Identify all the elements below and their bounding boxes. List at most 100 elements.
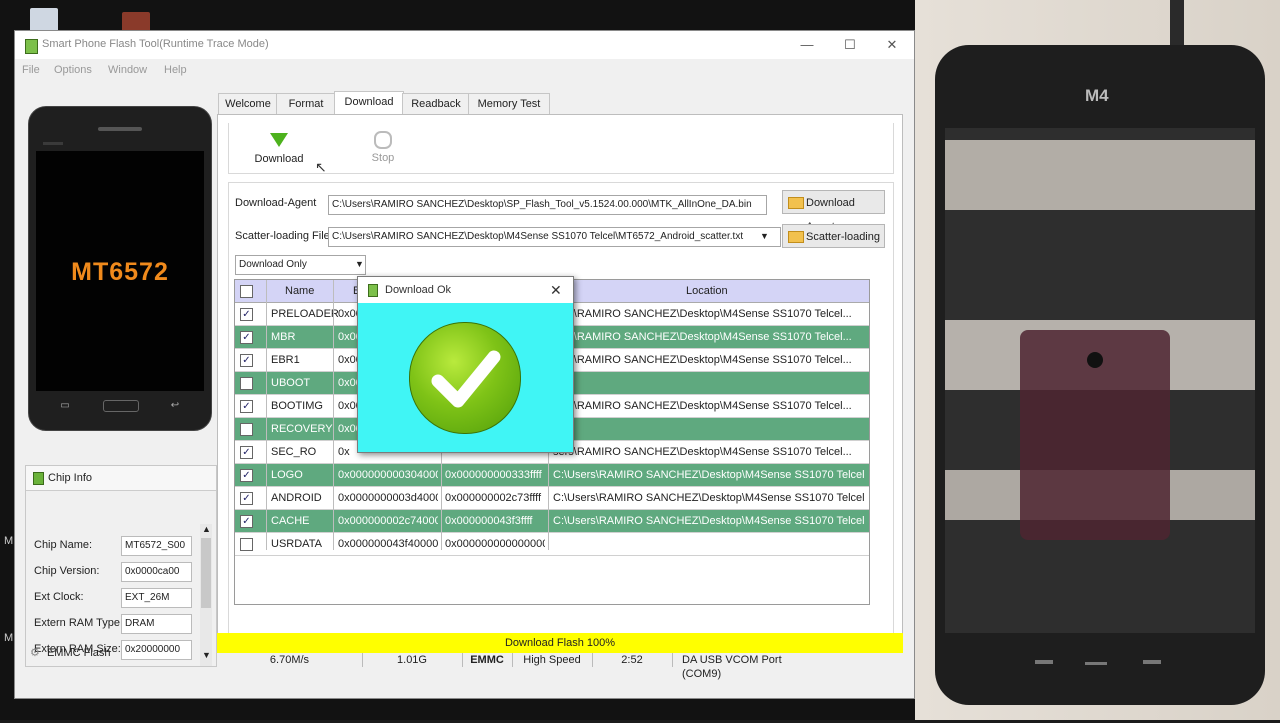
row-checkbox[interactable]: ✓ <box>240 492 253 505</box>
menu-file[interactable]: File <box>22 64 40 76</box>
row-location: sers\RAMIRO SANCHEZ\Desktop\M4Sense SS10… <box>553 308 852 320</box>
toolbar: Download Stop ↖ <box>228 123 894 175</box>
storage-type-value: EMMC <box>462 653 513 667</box>
stop-label: Stop <box>371 152 395 164</box>
row-begin-address: 0x0000000003d40000 <box>338 492 438 504</box>
row-end-address: 0x000000000333ffff <box>445 469 542 481</box>
tab-download[interactable]: Download <box>334 91 404 114</box>
folder-icon <box>788 197 804 209</box>
row-location <box>553 533 865 555</box>
row-checkbox[interactable]: ✓ <box>240 308 253 321</box>
chip-version-value: 0x0000ca00 <box>121 562 192 582</box>
speed-value: 6.70M/s <box>217 653 363 667</box>
chip-name-label: Chip Name: <box>34 539 93 551</box>
column-divider <box>266 280 267 550</box>
download-agent-input[interactable]: C:\Users\RAMIRO SANCHEZ\Desktop\SP_Flash… <box>328 195 767 215</box>
row-checkbox[interactable]: ✓ <box>240 515 253 528</box>
table-row[interactable]: ✓ ANDROID 0x0000000003d40000 0x000000002c73… <box>235 487 869 510</box>
row-location: C:\Users\RAMIRO SANCHEZ\Desktop\M4Sense … <box>553 515 865 527</box>
scroll-up-icon[interactable]: ▲ <box>202 524 211 534</box>
chip-info-title: Chip Info <box>48 472 93 484</box>
ext-clock-value: EXT_26M <box>121 588 192 608</box>
row-checkbox[interactable]: ✓ <box>240 354 253 367</box>
chip-name-value: MT6572_S00 <box>121 536 192 556</box>
row-location: C:\Users\RAMIRO SANCHEZ\Desktop\M4Sense … <box>553 469 865 481</box>
success-checkmark-icon <box>409 322 521 434</box>
download-button[interactable]: Download <box>249 129 309 165</box>
dialog-title-bar: Download Ok ✕ <box>358 277 573 303</box>
table-row[interactable]: ✓ LOGO 0x0000000003040000 0x000000000333fff… <box>235 464 869 487</box>
row-checkbox[interactable] <box>240 377 253 390</box>
row-name: RECOVERY <box>271 423 333 435</box>
scatter-label: Scatter-loading File <box>235 230 330 242</box>
dialog-close-button[interactable]: ✕ <box>550 282 562 299</box>
stop-button[interactable]: Stop <box>353 129 413 164</box>
row-checkbox[interactable]: ✓ <box>240 331 253 344</box>
row-checkbox[interactable]: ✓ <box>240 446 253 459</box>
row-name: USRDATA <box>271 538 322 550</box>
table-row[interactable]: USRDATA 0x000000043f40000 0x00000000000000… <box>235 533 869 556</box>
scroll-thumb[interactable] <box>201 538 211 608</box>
chip-icon <box>33 472 44 485</box>
select-all-checkbox[interactable] <box>240 285 253 298</box>
row-checkbox[interactable] <box>240 423 253 436</box>
download-agent-button[interactable]: Download Agent <box>782 190 885 233</box>
row-name: MBR <box>271 331 296 343</box>
row-begin-address: 0x000000043f40000 <box>338 538 438 550</box>
phone-photo-drawing <box>935 0 1265 705</box>
row-end-address: 0x000000043f3ffff <box>445 515 533 527</box>
row-location: sers\RAMIRO SANCHEZ\Desktop\M4Sense SS10… <box>553 400 852 412</box>
scatter-input[interactable]: C:\Users\RAMIRO SANCHEZ\Desktop\M4Sense … <box>328 227 781 247</box>
phone-brand-mark <box>43 142 63 145</box>
close-button[interactable]: ✕ <box>877 35 907 55</box>
table-row[interactable]: ✓ CACHE 0x000000002c740000 0x000000043f3fff… <box>235 510 869 533</box>
phone-brand-label: M4 <box>1085 86 1109 105</box>
chip-info-header[interactable]: Chip Info <box>26 466 216 491</box>
mode-dropdown-icon[interactable]: ▼ <box>355 259 364 269</box>
row-checkbox[interactable]: ✓ <box>240 469 253 482</box>
dialog-body <box>358 303 573 452</box>
row-checkbox[interactable] <box>240 538 253 551</box>
menu-help[interactable]: Help <box>164 64 187 76</box>
tab-welcome[interactable]: Welcome <box>218 93 278 114</box>
emmc-flash-label: EMMC Flash <box>46 647 111 659</box>
ram-type-value: DRAM <box>121 614 192 634</box>
chip-info-scrollbar[interactable]: ▲ ▼ <box>200 524 212 666</box>
row-end-address: 0x000000002c73ffff <box>445 492 542 504</box>
tab-memory-test[interactable]: Memory Test <box>468 93 550 114</box>
scatter-dropdown-icon[interactable]: ▼ <box>760 231 769 241</box>
row-location: sers\RAMIRO SANCHEZ\Desktop\M4Sense SS10… <box>553 446 852 458</box>
tab-format[interactable]: Format <box>276 93 336 114</box>
row-checkbox[interactable]: ✓ <box>240 400 253 413</box>
download-label: Download <box>254 153 304 165</box>
menu-window[interactable]: Window <box>108 64 147 76</box>
row-begin-address: 0x000000002c740000 <box>338 515 438 527</box>
row-location: sers\RAMIRO SANCHEZ\Desktop\M4Sense SS10… <box>553 354 852 366</box>
status-info-bar: 6.70M/s 1.01G EMMC High Speed 2:52 DA US… <box>217 653 903 680</box>
row-name: UBOOT <box>271 377 311 389</box>
tab-readback[interactable]: Readback <box>402 93 470 114</box>
row-location: C:\Users\RAMIRO SANCHEZ\Desktop\M4Sense … <box>553 492 865 504</box>
header-name: Name <box>285 285 315 297</box>
ext-clock-label: Ext Clock: <box>34 591 84 603</box>
desktop-recycle-bin-icon[interactable] <box>30 8 58 32</box>
download-ok-dialog: Download Ok ✕ <box>357 276 574 453</box>
maximize-button[interactable]: ☐ <box>835 35 865 55</box>
app-icon <box>25 39 38 54</box>
progress-text: Download Flash 100% <box>504 637 616 649</box>
mode-select[interactable]: Download Only <box>235 255 366 275</box>
time-value: 2:52 <box>592 653 673 667</box>
row-location: sers\RAMIRO SANCHEZ\Desktop\M4Sense SS10… <box>553 331 852 343</box>
desktop-icon-label: M <box>4 632 14 644</box>
emmc-flash-item[interactable]: ⚙ EMMC Flash <box>30 646 111 659</box>
minimize-button[interactable]: — <box>792 35 822 55</box>
row-name: ANDROID <box>271 492 322 504</box>
phone-illustration: MT6572 ▭ ↩ <box>28 106 212 431</box>
scroll-down-icon[interactable]: ▼ <box>202 650 211 660</box>
scatter-loading-button[interactable]: Scatter-loading <box>782 224 885 248</box>
usb-speed-value: High Speed <box>512 653 593 667</box>
chip-row: Chip Version: 0x0000ca00 <box>34 562 204 582</box>
flash-tool-window: Smart Phone Flash Tool(Runtime Trace Mod… <box>14 30 915 699</box>
menu-options[interactable]: Options <box>54 64 92 76</box>
progress-bar: Download Flash 100% <box>217 633 903 653</box>
